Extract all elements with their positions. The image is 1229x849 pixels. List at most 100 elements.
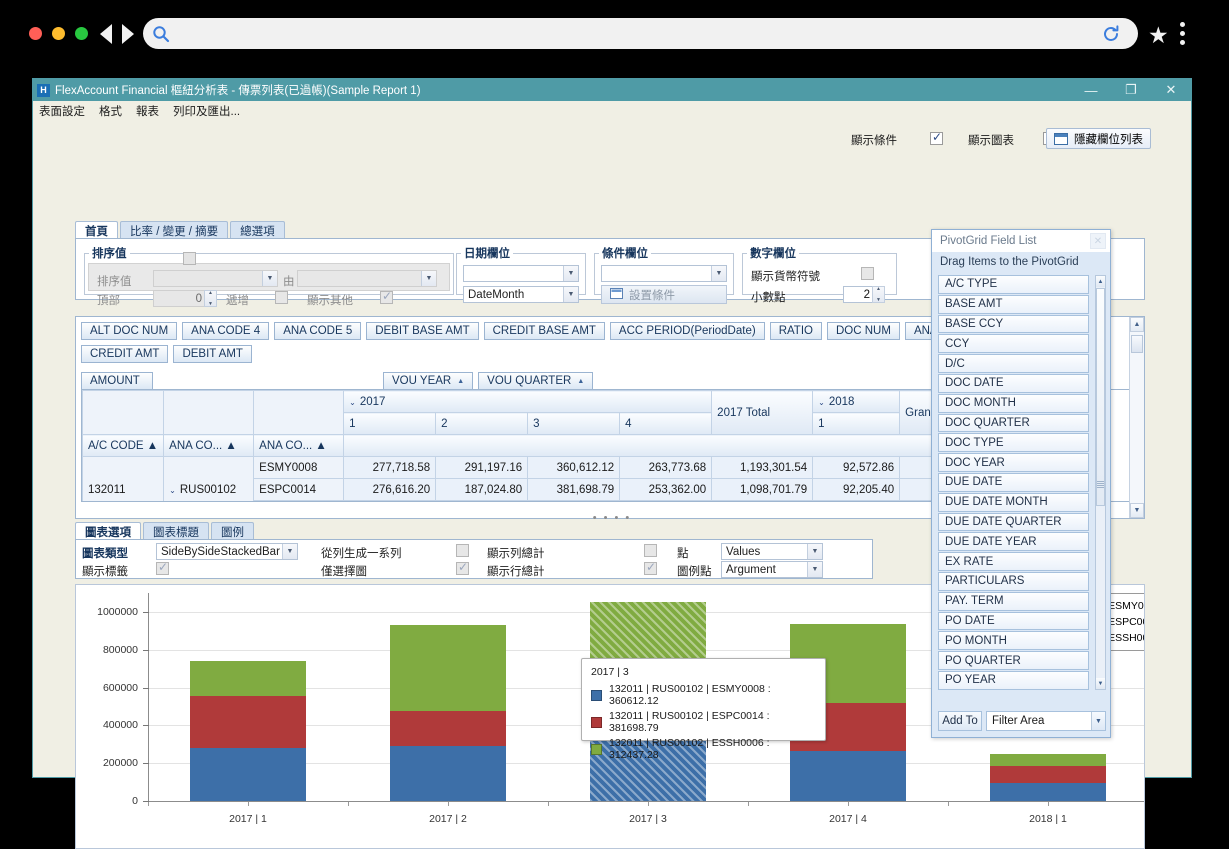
field-list-item[interactable]: PARTICULARS bbox=[938, 571, 1089, 591]
field-list-item[interactable]: DUE DATE MONTH bbox=[938, 492, 1089, 512]
field-list-item[interactable]: D/C bbox=[938, 354, 1089, 373]
field-list-item[interactable]: DOC MONTH bbox=[938, 393, 1089, 413]
field-list-item[interactable]: DOC YEAR bbox=[938, 453, 1089, 472]
show-label-checkbox[interactable] bbox=[156, 560, 169, 575]
field-list-item[interactable]: PO MONTH bbox=[938, 631, 1089, 651]
scroll-up-icon[interactable]: ▲ bbox=[1130, 317, 1144, 332]
spinner-arrows-icon[interactable] bbox=[872, 286, 885, 303]
field-list-item[interactable]: DUE DATE bbox=[938, 472, 1089, 492]
close-icon[interactable]: ✕ bbox=[1090, 233, 1106, 249]
chart-bar-segment[interactable] bbox=[590, 601, 706, 661]
hide-field-list-button[interactable]: 隱藏欄位列表 bbox=[1046, 128, 1151, 149]
field-list-scrollbar[interactable]: ▲ ▼ bbox=[1095, 275, 1106, 690]
add-to-button[interactable]: Add To bbox=[938, 711, 982, 731]
pivot-row-header-ana2[interactable]: ANA CO... ▲ bbox=[253, 434, 345, 457]
condition-field-select[interactable]: ▼ bbox=[601, 265, 727, 282]
scroll-down-icon[interactable]: ▼ bbox=[1096, 678, 1105, 689]
tab-home[interactable]: 首頁 bbox=[75, 221, 118, 239]
field-list-item[interactable]: EX RATE bbox=[938, 552, 1089, 571]
chart-bar-segment[interactable] bbox=[190, 748, 306, 801]
field-chip[interactable]: ANA CODE 5 bbox=[274, 322, 362, 340]
star-icon[interactable]: ★ bbox=[1148, 24, 1170, 47]
ascending-checkbox[interactable] bbox=[275, 291, 288, 304]
values-select[interactable]: Values ▼ bbox=[721, 543, 823, 560]
field-chip[interactable]: CREDIT AMT bbox=[81, 345, 169, 363]
chart-bar-segment[interactable] bbox=[990, 783, 1106, 801]
chart-bar-segment[interactable] bbox=[190, 696, 306, 749]
address-bar[interactable] bbox=[143, 18, 1138, 49]
tab-chart-options[interactable]: 圖表選項 bbox=[75, 522, 141, 540]
chart-bar-segment[interactable] bbox=[990, 766, 1106, 784]
kebab-menu-icon[interactable] bbox=[1180, 22, 1185, 46]
window-maximize-dot[interactable] bbox=[75, 27, 88, 40]
pivot-col-q[interactable]: 1 bbox=[343, 412, 437, 435]
field-chip[interactable]: RATIO bbox=[769, 322, 822, 340]
collapse-icon[interactable]: ⌄ bbox=[169, 486, 176, 495]
field-list-item[interactable]: CCY bbox=[938, 334, 1089, 354]
chart-bar-segment[interactable] bbox=[390, 710, 506, 746]
sort-by-select[interactable]: ▼ bbox=[297, 270, 437, 287]
scrollbar-thumb[interactable] bbox=[1096, 288, 1105, 506]
pivot-row-header-ac-code[interactable]: A/C CODE ▲ bbox=[82, 434, 165, 457]
show-others-checkbox[interactable] bbox=[380, 289, 393, 304]
field-list-items[interactable]: A/C TYPE BASE AMT BASE CCY CCY D/C DOC DATE DO… bbox=[938, 275, 1106, 690]
chart-bar-segment[interactable] bbox=[390, 745, 506, 801]
chart-bar-segment[interactable] bbox=[190, 660, 306, 697]
menu-item-format[interactable]: 格式 bbox=[99, 103, 122, 119]
data-field-chip[interactable]: AMOUNT bbox=[81, 372, 153, 390]
show-col-total-checkbox[interactable] bbox=[644, 544, 657, 557]
window-minimize-dot[interactable] bbox=[52, 27, 65, 40]
field-chip[interactable]: CREDIT BASE AMT bbox=[483, 322, 605, 340]
chart-bar-segment[interactable] bbox=[390, 625, 506, 711]
tab-chart-title[interactable]: 圖表標題 bbox=[143, 522, 209, 540]
field-list-item[interactable]: DOC QUARTER bbox=[938, 413, 1089, 433]
close-button[interactable]: ✕ bbox=[1151, 79, 1191, 101]
chart-bar-segment[interactable] bbox=[990, 754, 1106, 767]
field-list-item[interactable]: DOC DATE bbox=[938, 373, 1089, 393]
field-list-item[interactable]: PO YEAR bbox=[938, 670, 1089, 690]
menu-item-print-export[interactable]: 列印及匯出... bbox=[173, 103, 240, 119]
field-list-item[interactable]: PAY. TERM bbox=[938, 591, 1089, 611]
spinner-arrows-icon[interactable] bbox=[204, 290, 217, 307]
tab-ratio[interactable]: 比率 / 變更 / 摘要 bbox=[120, 221, 229, 239]
menu-item-layout[interactable]: 表面設定 bbox=[39, 103, 85, 119]
decimal-spinner[interactable]: 2 bbox=[843, 286, 885, 303]
pivotgrid-field-list[interactable]: PivotGrid Field List ✕ Drag Items to the… bbox=[931, 229, 1111, 738]
pivot-col-2017-total[interactable]: 2017 Total bbox=[711, 390, 814, 435]
pivot-col-q[interactable]: 4 bbox=[619, 412, 713, 435]
pivot-col-group-2017[interactable]: ⌄ 2017 bbox=[343, 390, 713, 413]
field-list-item[interactable]: PO QUARTER bbox=[938, 651, 1089, 670]
pivot-cell-ana1[interactable]: ⌄ RUS00102 bbox=[163, 456, 255, 501]
date-field-select[interactable]: ▼ bbox=[463, 265, 579, 282]
field-list-item[interactable]: BASE AMT bbox=[938, 294, 1089, 314]
field-chip[interactable]: DOC NUM bbox=[826, 322, 900, 340]
menu-item-report[interactable]: 報表 bbox=[136, 103, 159, 119]
field-list-item[interactable]: DUE DATE YEAR bbox=[938, 532, 1089, 552]
field-list-item[interactable]: BASE CCY bbox=[938, 314, 1089, 334]
scrollbar-thumb[interactable] bbox=[1131, 335, 1143, 353]
field-chip[interactable]: ALT DOC NUM bbox=[81, 322, 178, 340]
set-condition-button[interactable]: 設置條件 bbox=[601, 285, 727, 304]
pivot-col-q[interactable]: 3 bbox=[527, 412, 621, 435]
tab-chart-legend[interactable]: 圖例 bbox=[211, 522, 254, 540]
collapse-icon[interactable]: ⌄ bbox=[349, 398, 356, 407]
argument-select[interactable]: Argument ▼ bbox=[721, 561, 823, 578]
target-area-select[interactable]: Filter Area ▼ bbox=[986, 711, 1106, 731]
scroll-up-icon[interactable]: ▲ bbox=[1096, 276, 1105, 287]
pivot-col-q[interactable]: 2 bbox=[435, 412, 529, 435]
field-chip[interactable]: DEBIT BASE AMT bbox=[366, 322, 479, 340]
collapse-icon[interactable]: ⌄ bbox=[818, 398, 825, 407]
field-area-scrollbar[interactable]: ▲ ▼ bbox=[1129, 317, 1144, 518]
pivot-col-q[interactable]: 1 bbox=[812, 412, 901, 435]
field-list-item[interactable]: DUE DATE QUARTER bbox=[938, 512, 1089, 532]
column-field-chip[interactable]: VOU YEAR ▲ bbox=[383, 372, 474, 390]
field-chip[interactable]: ANA CODE 4 bbox=[182, 322, 270, 340]
pivot-col-group-2018[interactable]: ⌄ 2018 bbox=[812, 390, 901, 413]
pivot-row-header-ana1[interactable]: ANA CO... ▲ bbox=[163, 434, 255, 457]
reload-icon[interactable] bbox=[1101, 24, 1121, 44]
field-list-item[interactable]: A/C TYPE bbox=[938, 275, 1089, 294]
show-row-total-checkbox[interactable] bbox=[644, 560, 657, 575]
maximize-button[interactable]: ❐ bbox=[1111, 79, 1151, 101]
field-list-item[interactable]: PO DATE bbox=[938, 611, 1089, 631]
chart-type-select[interactable]: SideBySideStackedBar ▼ bbox=[156, 543, 298, 560]
